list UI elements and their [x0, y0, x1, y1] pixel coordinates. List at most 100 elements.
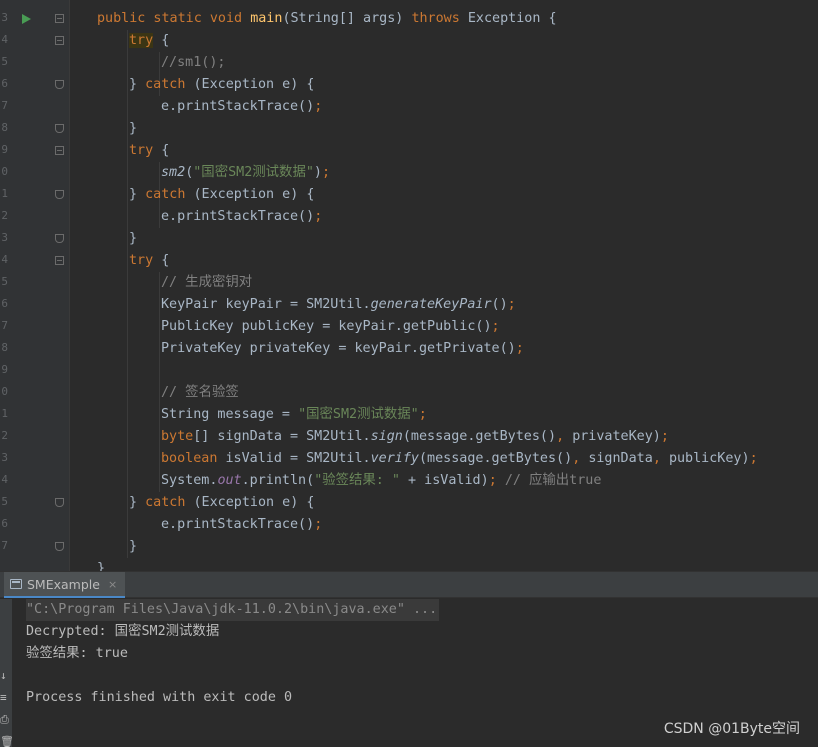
- gutter-row: 2: [0, 206, 70, 228]
- line-number: 7: [1, 99, 8, 112]
- gutter-row: 1: [0, 184, 70, 206]
- code-token: try: [129, 33, 154, 48]
- code-token: (Exception e) {: [193, 187, 315, 202]
- gutter-row: 6: [0, 514, 70, 536]
- code-line: PrivateKey privateKey = keyPair.getPriva…: [161, 338, 524, 360]
- code-token: // 签名验签: [161, 385, 239, 400]
- line-number: 7: [1, 539, 8, 552]
- indent-guide: [159, 272, 160, 492]
- editor-gutter: 3 4 5 6 7 8 9 0 1 2 3 4 5 6 7 8 9 0 1 2 3 4 5 6 7: [0, 0, 70, 571]
- code-token: sm2: [161, 165, 186, 180]
- code-token: }: [129, 121, 138, 136]
- gutter-row: 6: [0, 74, 70, 96]
- code-line: System.out.println("验签结果: " + isValid); …: [161, 470, 601, 492]
- run-tab-smexample[interactable]: SMExample ×: [4, 572, 126, 598]
- code-token: {: [153, 253, 170, 268]
- fold-icon[interactable]: [55, 124, 64, 133]
- code-line: }: [129, 228, 137, 250]
- line-number: 1: [1, 407, 8, 420]
- code-token: }: [129, 495, 146, 510]
- code-line: //sm1();: [161, 52, 226, 74]
- code-token: ;: [507, 297, 516, 312]
- code-token: "验签结果: ": [314, 473, 400, 488]
- gutter-row: 3: [0, 8, 70, 30]
- gutter-row: 2: [0, 426, 70, 448]
- line-number: 4: [1, 473, 8, 486]
- scroll-to-end-icon[interactable]: ↓: [0, 669, 12, 689]
- fold-icon[interactable]: [55, 146, 64, 155]
- code-token: }: [129, 77, 146, 92]
- code-editor[interactable]: 3 4 5 6 7 8 9 0 1 2 3 4 5 6 7 8 9 0 1 2 3 4 5 6 7 public static …: [0, 0, 818, 571]
- clear-icon[interactable]: 🗑: [0, 735, 12, 747]
- line-number: 3: [1, 231, 8, 244]
- code-token: catch: [145, 495, 194, 510]
- code-line-partial: }: [97, 561, 106, 571]
- line-number: 5: [1, 275, 8, 288]
- fold-icon[interactable]: [55, 36, 64, 45]
- console-line: 验签结果: true: [26, 646, 128, 661]
- line-number: 2: [1, 429, 8, 442]
- code-token: ;: [660, 429, 669, 444]
- gutter-row: 5: [0, 52, 70, 74]
- line-number: 5: [1, 495, 8, 508]
- code-line: KeyPair keyPair = SM2Util.generateKeyPai…: [161, 294, 516, 316]
- code-line: try {: [129, 250, 169, 272]
- soft-wrap-icon[interactable]: ≡: [0, 691, 12, 711]
- gutter-row: 3: [0, 228, 70, 250]
- code-area[interactable]: public static void main(String[] args) t…: [71, 0, 818, 571]
- fold-icon[interactable]: [55, 190, 64, 199]
- line-number: 0: [1, 385, 8, 398]
- watermark: CSDN @01Byte空间: [663, 721, 800, 737]
- line-number: 0: [1, 165, 8, 178]
- gutter-row: 7: [0, 316, 70, 338]
- line-number: 3: [1, 11, 8, 24]
- code-token: e.printStackTrace(): [161, 517, 315, 532]
- run-side-toolbar: ↓ ≡ ⎙ 🗑: [0, 599, 12, 747]
- line-number: 8: [1, 341, 8, 354]
- fold-icon[interactable]: [55, 14, 64, 23]
- code-token: publicKey): [668, 451, 750, 466]
- code-line: boolean isValid = SM2Util.verify(message…: [161, 448, 758, 470]
- run-gutter-icon[interactable]: [22, 14, 31, 24]
- gutter-row: 7: [0, 536, 70, 558]
- close-icon[interactable]: ×: [108, 578, 117, 591]
- code-token: + isValid): [400, 473, 489, 488]
- code-line: e.printStackTrace();: [161, 514, 322, 536]
- fold-icon[interactable]: [55, 256, 64, 265]
- code-line: PublicKey publicKey = keyPair.getPublic(…: [161, 316, 500, 338]
- code-token: ;: [488, 473, 505, 488]
- print-icon[interactable]: ⎙: [0, 713, 12, 733]
- code-token: String message =: [161, 407, 299, 422]
- code-token: throws: [411, 11, 468, 26]
- code-token: PublicKey publicKey = keyPair.getPublic(…: [161, 319, 492, 334]
- code-line: } catch (Exception e) {: [129, 492, 314, 514]
- gutter-row: 4: [0, 250, 70, 272]
- gutter-row: 8: [0, 338, 70, 360]
- code-token: ,: [572, 451, 589, 466]
- code-token: [] signData = SM2Util.: [193, 429, 371, 444]
- gutter-row: 1: [0, 404, 70, 426]
- line-number: 9: [1, 143, 8, 156]
- line-number: 3: [1, 451, 8, 464]
- run-tab-bar: SMExample ×: [0, 572, 818, 598]
- code-token: ;: [749, 451, 758, 466]
- fold-icon[interactable]: [55, 542, 64, 551]
- code-token: generateKeyPair: [370, 297, 492, 312]
- code-line: sm2("国密SM2测试数据");: [161, 162, 330, 184]
- code-token: e.printStackTrace(): [161, 209, 315, 224]
- code-token: e.printStackTrace(): [161, 99, 315, 114]
- code-line: } catch (Exception e) {: [129, 184, 314, 206]
- code-token: {: [153, 33, 170, 48]
- line-number: 6: [1, 517, 8, 530]
- gutter-row: 7: [0, 96, 70, 118]
- code-token: out: [217, 473, 242, 488]
- code-token: ,: [652, 451, 669, 466]
- fold-icon[interactable]: [55, 498, 64, 507]
- code-line: }: [129, 118, 137, 140]
- code-token: (String[] args): [282, 11, 412, 26]
- code-token: "国密SM2测试数据": [193, 165, 314, 180]
- line-number: 7: [1, 319, 8, 332]
- code-token: // 应输出true: [504, 473, 602, 488]
- fold-icon[interactable]: [55, 234, 64, 243]
- fold-icon[interactable]: [55, 80, 64, 89]
